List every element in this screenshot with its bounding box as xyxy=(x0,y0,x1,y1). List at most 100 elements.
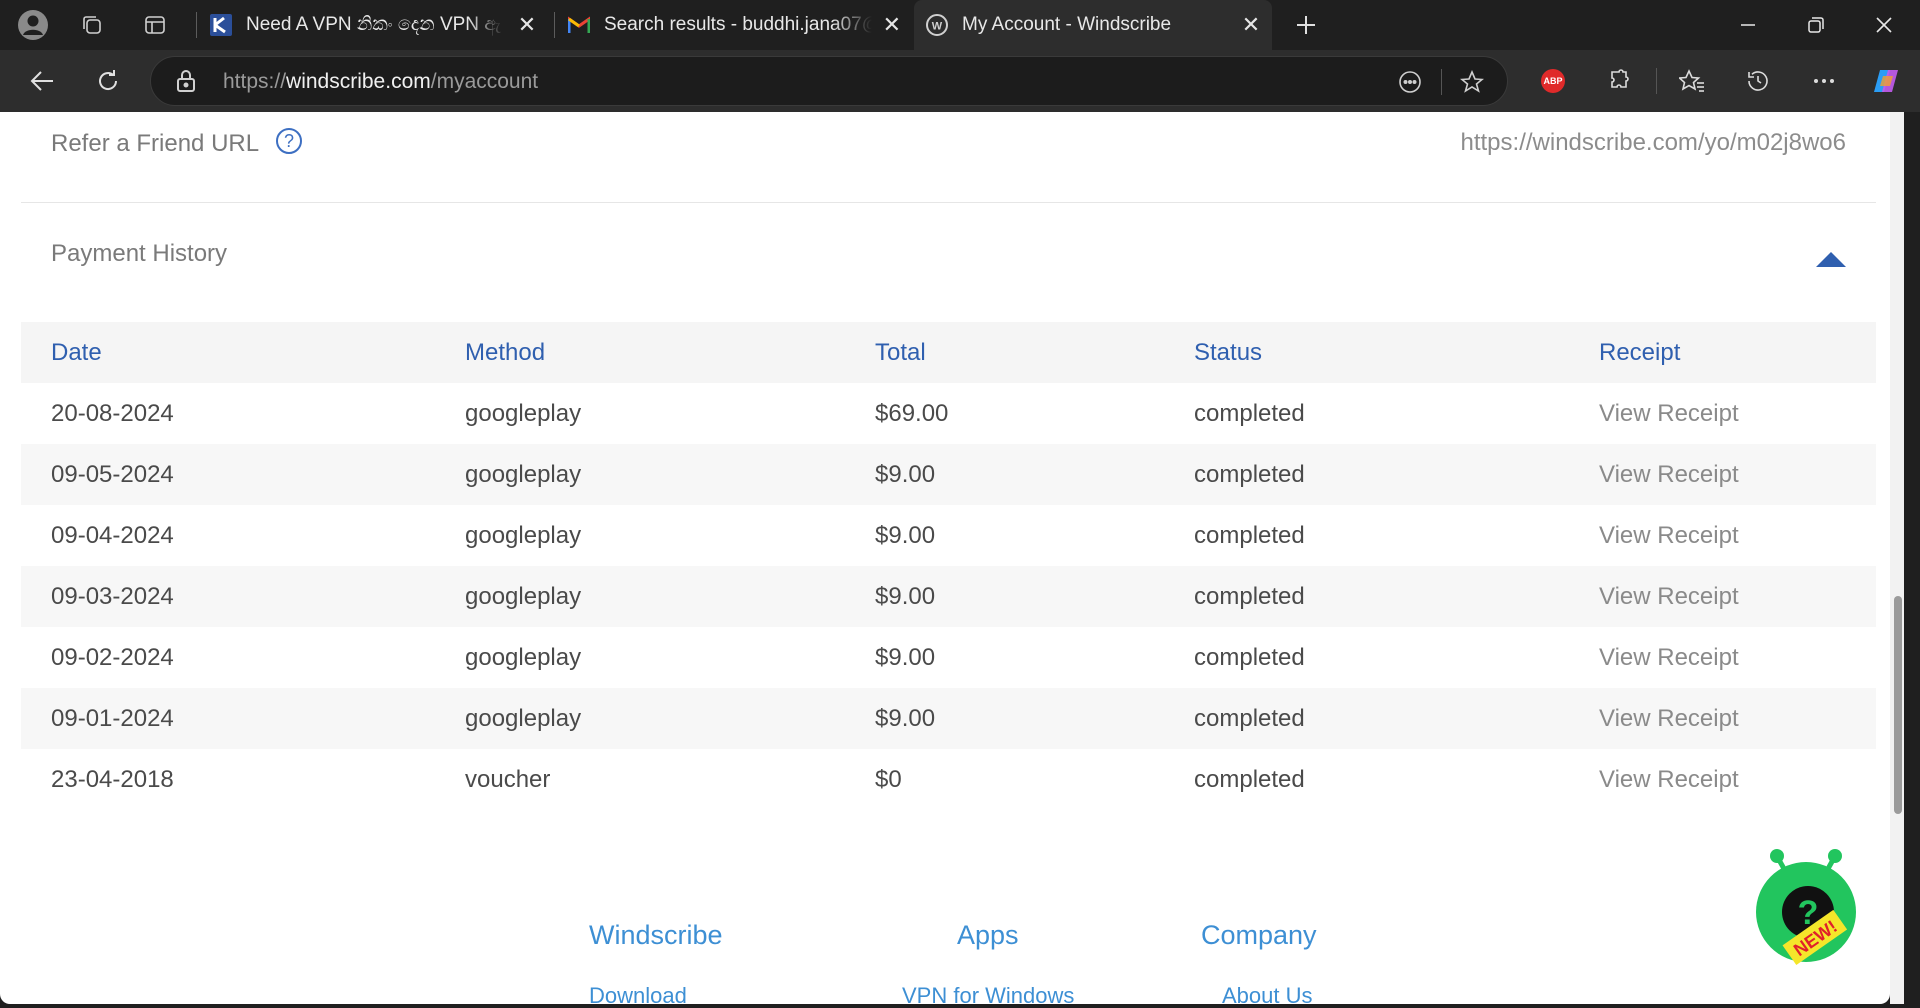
cell-method: googleplay xyxy=(464,688,874,749)
tab-my-account[interactable]: W My Account - Windscribe ✕ xyxy=(914,0,1272,50)
payment-history-table: Date Method Total Status Receipt 20-08-2… xyxy=(21,322,1876,810)
back-icon[interactable] xyxy=(24,63,60,99)
footer-heading-company: Company xyxy=(1201,920,1317,950)
favorites-icon[interactable] xyxy=(1676,65,1708,97)
cell-method: googleplay xyxy=(465,521,582,549)
payment-history-header[interactable]: Payment History xyxy=(21,202,1876,323)
address-bar[interactable]: https://windscribe.com/myaccount xyxy=(150,56,1508,106)
footer-link-download[interactable]: Download xyxy=(589,983,687,1004)
table-row: 09-01-2024 googleplay $9.00 completed Vi… xyxy=(21,688,1876,749)
restore-icon[interactable] xyxy=(1782,0,1850,50)
collapse-caret-up-icon[interactable] xyxy=(1816,252,1846,267)
gmail-icon xyxy=(568,14,590,36)
adblock-plus-icon[interactable]: ABP xyxy=(1537,65,1569,97)
footer-heading-apps: Apps xyxy=(957,920,1019,950)
tab-need-a-vpn[interactable]: Need A VPN නිකං දෙන VPN ඇ ✕ xyxy=(198,0,548,50)
cell-status: completed xyxy=(1193,566,1598,627)
tab-title: My Account - Windscribe xyxy=(962,14,1172,35)
cell-status: completed xyxy=(1194,521,1305,549)
favorite-star-icon[interactable] xyxy=(1459,69,1485,95)
view-receipt-link[interactable]: View Receipt xyxy=(1599,644,1739,671)
cell-total: $9.00 xyxy=(875,521,936,549)
footer-link-vpn-for-windows[interactable]: VPN for Windows xyxy=(902,983,1074,1004)
cell-date: 23-04-2018 xyxy=(51,765,174,793)
footer-heading-windscribe: Windscribe xyxy=(589,920,723,950)
svg-text:W: W xyxy=(932,21,943,33)
column-header-receipt[interactable]: Receipt xyxy=(1598,322,1876,383)
url-scheme: https:// xyxy=(223,70,287,93)
new-tab-icon[interactable] xyxy=(1290,9,1322,41)
cell-status: completed xyxy=(1193,688,1598,749)
site-favicon-icon xyxy=(210,14,232,36)
column-header-status[interactable]: Status xyxy=(1193,322,1598,383)
page-scrollbar-track[interactable] xyxy=(1890,112,1904,1004)
close-tab-icon[interactable]: ✕ xyxy=(1238,12,1264,38)
column-header-date[interactable]: Date xyxy=(21,322,464,383)
page-scrollbar-thumb[interactable] xyxy=(1894,596,1902,814)
close-window-icon[interactable] xyxy=(1850,0,1918,50)
tab-bar: Need A VPN නිකං දෙන VPN ඇ ✕ Search resul… xyxy=(0,0,1920,50)
abp-badge: ABP xyxy=(1541,69,1565,93)
tab-separator xyxy=(196,12,197,38)
view-receipt-link[interactable]: View Receipt xyxy=(1599,461,1739,488)
profile-icon[interactable] xyxy=(17,9,49,41)
cell-total: $69.00 xyxy=(875,399,949,427)
view-receipt-link[interactable]: View Receipt xyxy=(1599,766,1739,793)
url-host: windscribe.com xyxy=(286,70,431,93)
window-edge xyxy=(1904,112,1920,1008)
cell-date: 09-01-2024 xyxy=(21,688,464,749)
table-row: 09-04-2024 googleplay $9.00 completed Vi… xyxy=(21,505,1876,566)
column-header-method[interactable]: Method xyxy=(464,322,874,383)
minimize-icon[interactable] xyxy=(1714,0,1782,50)
history-icon[interactable] xyxy=(1742,65,1774,97)
toolbar-separator xyxy=(1656,68,1657,94)
cell-method: googleplay xyxy=(465,643,582,671)
cell-total: $9.00 xyxy=(874,444,1193,505)
view-receipt-link[interactable]: View Receipt xyxy=(1599,400,1739,427)
lock-icon[interactable] xyxy=(175,69,199,93)
cell-date: 09-02-2024 xyxy=(51,643,174,671)
cell-total: $0 xyxy=(875,765,902,793)
refresh-icon[interactable] xyxy=(90,63,126,99)
cell-status: completed xyxy=(1193,444,1598,505)
cell-total: $9.00 xyxy=(874,566,1193,627)
help-chat-widget[interactable]: ? NEW! xyxy=(1750,836,1860,966)
url-path: /myaccount xyxy=(430,70,539,93)
close-tab-icon[interactable]: ✕ xyxy=(514,12,540,38)
cell-method: googleplay xyxy=(464,444,874,505)
refer-url[interactable]: https://windscribe.com/yo/m02j8wo6 xyxy=(1461,129,1847,157)
help-question-icon[interactable]: ? xyxy=(276,128,302,154)
cell-status: completed xyxy=(1194,399,1305,427)
table-row: 09-02-2024 googleplay $9.00 completed Vi… xyxy=(21,627,1876,688)
view-receipt-link[interactable]: View Receipt xyxy=(1599,522,1739,549)
tab-separator xyxy=(554,12,555,38)
cell-date: 09-04-2024 xyxy=(51,521,174,549)
tab-actions-icon[interactable] xyxy=(139,9,171,41)
cell-total: $9.00 xyxy=(875,643,936,671)
cell-total: $9.00 xyxy=(874,688,1193,749)
table-row: 09-03-2024 googleplay $9.00 completed Vi… xyxy=(21,566,1876,627)
windscribe-favicon-icon: W xyxy=(926,14,948,36)
column-header-total[interactable]: Total xyxy=(874,322,1193,383)
workspaces-icon[interactable] xyxy=(76,9,108,41)
footer-link-about-us[interactable]: About Us xyxy=(1222,983,1313,1004)
view-receipt-link[interactable]: View Receipt xyxy=(1599,583,1739,610)
copilot-icon[interactable] xyxy=(1870,65,1902,97)
url-text[interactable]: https://windscribe.com/myaccount xyxy=(223,70,538,94)
tab-title: Need A VPN නිකං දෙන VPN ඇ xyxy=(246,14,501,35)
cell-status: completed xyxy=(1194,765,1305,793)
refer-a-friend-row: Refer a Friend URL ? https://windscribe.… xyxy=(21,112,1876,203)
more-options-icon[interactable] xyxy=(1808,65,1840,97)
view-receipt-link[interactable]: View Receipt xyxy=(1599,705,1739,732)
extensions-icon[interactable] xyxy=(1603,65,1635,97)
cell-status: completed xyxy=(1194,643,1305,671)
refer-label: Refer a Friend URL xyxy=(51,130,260,157)
reading-view-icon[interactable] xyxy=(1397,69,1423,95)
close-tab-icon[interactable]: ✕ xyxy=(880,12,904,38)
browser-toolbar: https://windscribe.com/myaccount ABP xyxy=(0,50,1920,112)
address-separator xyxy=(1441,69,1442,95)
tab-gmail-search[interactable]: Search results - buddhi.jana07@g ✕ xyxy=(556,0,912,50)
cell-date: 09-03-2024 xyxy=(21,566,464,627)
table-row: 20-08-2024 googleplay $69.00 completed V… xyxy=(21,383,1876,444)
table-row: 23-04-2018 voucher $0 completed View Rec… xyxy=(21,749,1876,810)
